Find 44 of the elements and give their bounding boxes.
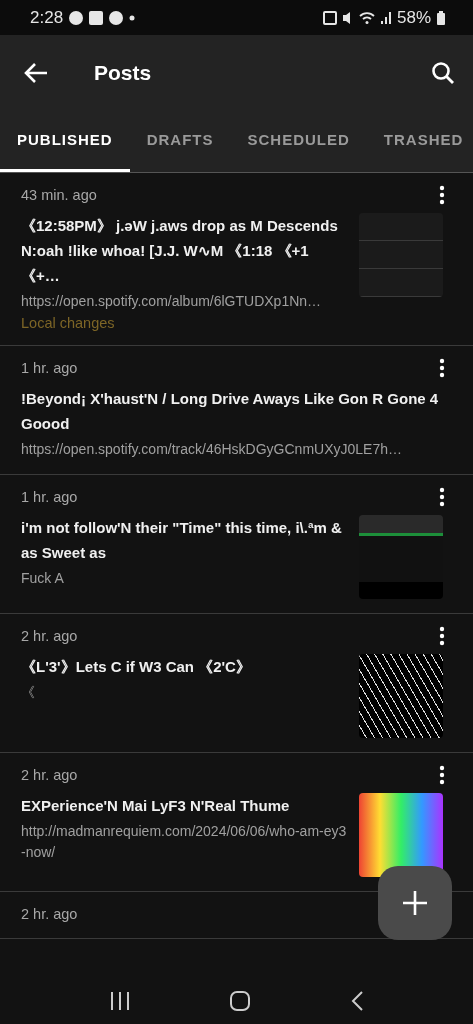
search-icon[interactable] (431, 60, 455, 85)
battery-icon (437, 10, 445, 25)
post-excerpt: 《 (21, 683, 36, 702)
post-item[interactable]: 2 hr. ago 《L'3'》Lets C if W3 Can 《2'C》 《 (0, 614, 473, 753)
tab[interactable]: SCHEDULED (230, 110, 367, 172)
post-excerpt: https://open.spotify.com/album/6lGTUDXp1Nn… (21, 292, 323, 311)
screen-title: Posts (94, 60, 152, 85)
tab[interactable]: TRASHED (366, 110, 473, 172)
tab[interactable]: DRAFTS (129, 110, 231, 172)
post-time: 2 hr. ago (21, 767, 78, 783)
add-post-button[interactable] (378, 866, 452, 940)
home-icon[interactable] (229, 990, 252, 1012)
post-item[interactable]: 1 hr. ago i'm not follow'N their "Time" this time, i\.ªm & as Sweet as Fuck A (0, 475, 473, 614)
post-excerpt: Fuck A (21, 569, 65, 588)
more-options-icon[interactable] (439, 185, 445, 205)
post-title[interactable]: 《12:58PM》 j.əW j.aws drop as M Descends N:oah !like whoa! [J.J. W∿M 《1:18 《+1 《+… (21, 213, 347, 288)
back-icon[interactable] (349, 990, 364, 1012)
wifi-icon (358, 10, 375, 25)
recent-apps-icon[interactable] (109, 991, 132, 1011)
local-changes-label: Local changes (21, 315, 116, 331)
post-title[interactable]: i'm not follow'N their "Time" this time, i\.ªm & as Sweet as (21, 515, 347, 565)
post-title[interactable]: !Beyond¡ X'haust'N / Long Drive Aways Like Gon R Gone 4 Goood (21, 386, 443, 436)
dot-icon (129, 14, 136, 21)
plus-icon (402, 890, 428, 916)
post-time: 2 hr. ago (21, 628, 78, 644)
back-arrow-icon[interactable] (24, 61, 48, 84)
more-options-icon[interactable] (439, 487, 445, 507)
post-time: 43 min. ago (21, 187, 97, 203)
post-title[interactable]: 《L'3'》Lets C if W3 Can 《2'C》 (21, 654, 347, 679)
post-title[interactable]: EXPerience'N Mai LyF3 N'Real Thume (21, 793, 347, 818)
post-time: 1 hr. ago (21, 360, 78, 376)
signal-icon (380, 11, 391, 24)
post-time: 1 hr. ago (21, 489, 78, 505)
post-item[interactable]: 1 hr. ago !Beyond¡ X'haust'N / Long Drive Aways Like Gon R Gone 4 Goood https://open.spotify.com/track/46HskDGyGCnmUXyJ0LE7h… (0, 346, 473, 475)
more-options-icon[interactable] (439, 626, 445, 646)
battery-percentage: 58% (396, 7, 431, 28)
post-excerpt: https://open.spotify.com/track/46HskDGyGCnmUXyJ0LE7h… (21, 440, 403, 459)
post-time: 2 hr. ago (21, 906, 78, 922)
status-time: 2:28 (30, 7, 64, 28)
more-options-icon[interactable] (439, 765, 445, 785)
post-excerpt: http://madmanrequiem.com/2024/06/06/who-am-ey3-now/ (21, 822, 347, 862)
post-item[interactable]: 43 min. ago 《12:58PM》 j.əW j.aws drop as M Descends N:oah !like whoa! [J.J. W∿M 《1:18 《+1 《+… https://open.spotify.com/album/6lGTUDXp1Nn… Local changes (0, 173, 473, 346)
more-options-icon[interactable] (439, 358, 445, 378)
tab[interactable]: PUBLISHED (0, 110, 130, 172)
